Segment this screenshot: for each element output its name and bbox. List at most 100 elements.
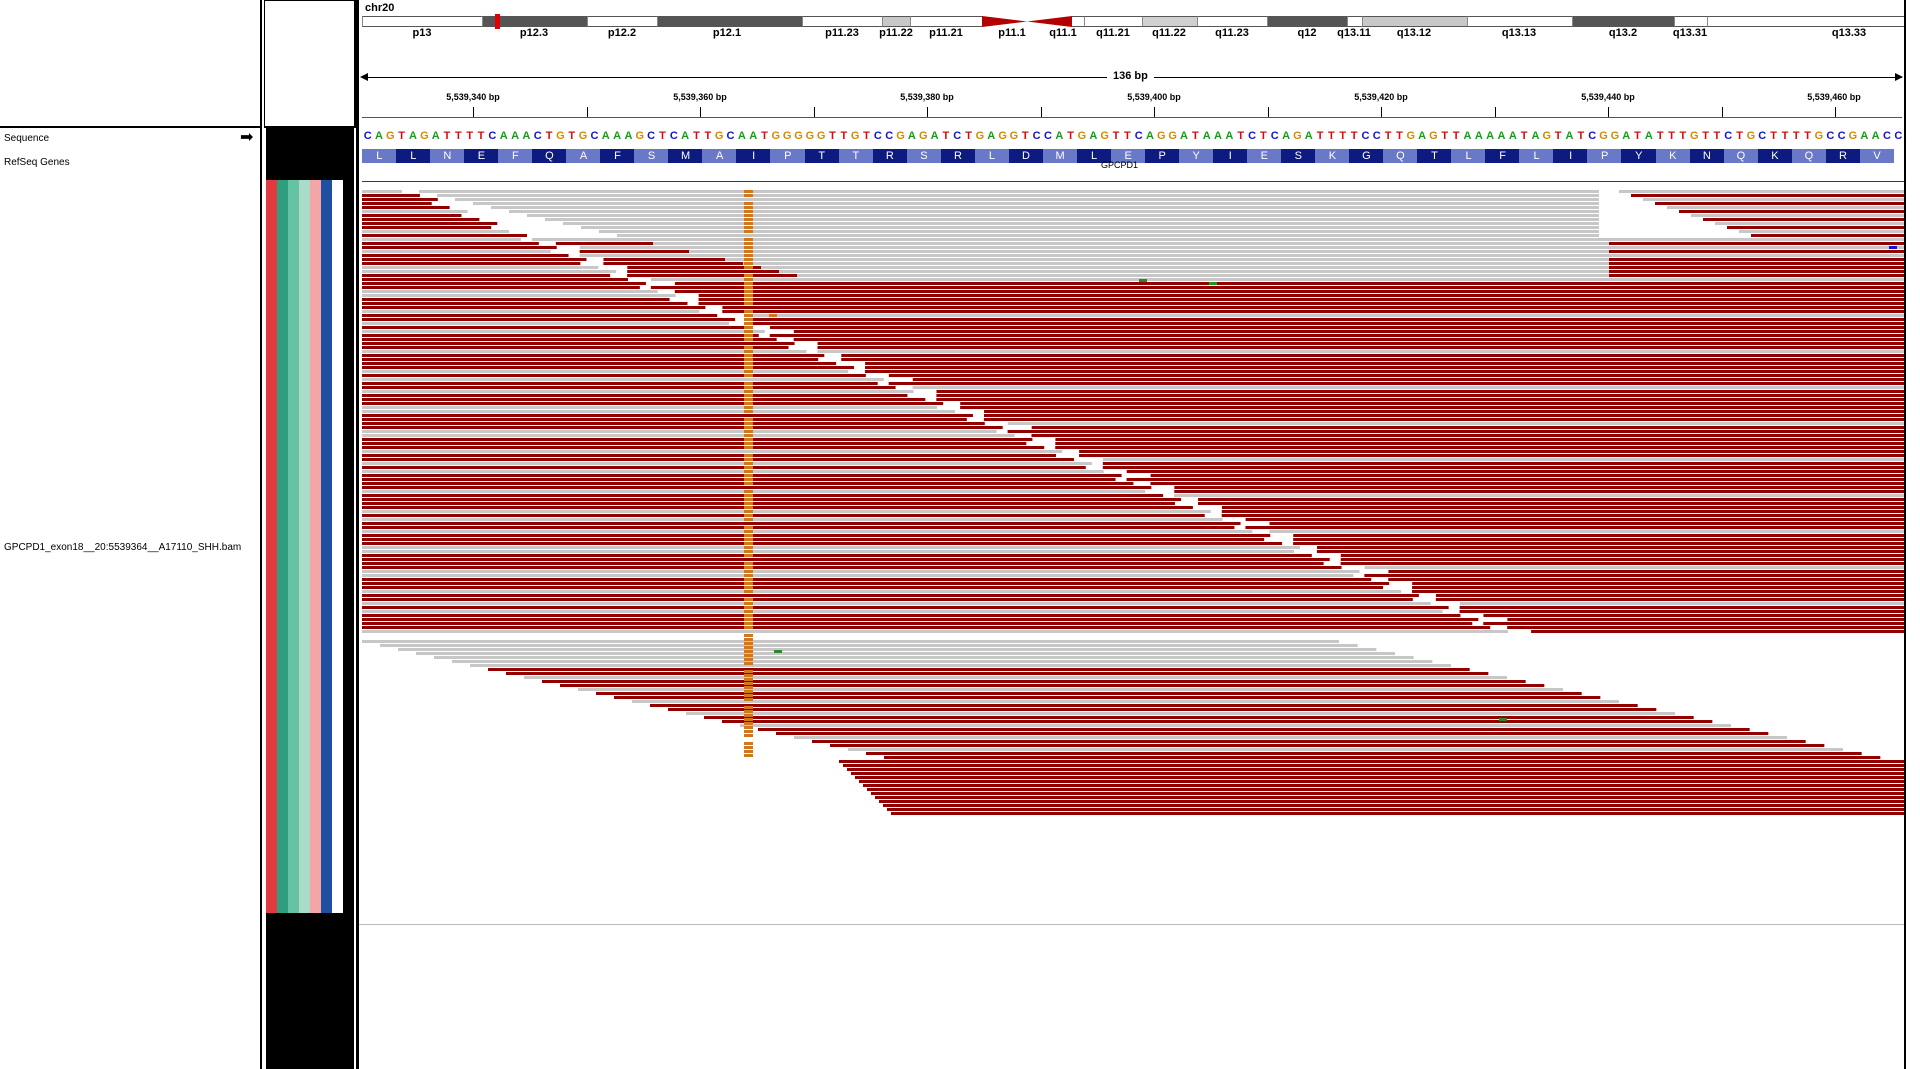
read[interactable]: [362, 594, 1419, 597]
strand-arrow-icon[interactable]: ➡: [240, 130, 253, 146]
read[interactable]: [698, 302, 1904, 305]
read[interactable]: [653, 242, 1609, 245]
ideogram-band[interactable]: [1142, 16, 1197, 27]
read[interactable]: [1221, 514, 1904, 517]
read[interactable]: [1531, 630, 1904, 633]
sequence-track[interactable]: CAGTAGATTTTCAAACTGTGCAAAGCTCATTGCAATGGGG…: [359, 130, 1904, 148]
ideogram-band[interactable]: [1362, 16, 1467, 27]
mismatch-base[interactable]: [744, 506, 753, 509]
mismatch-base[interactable]: [744, 518, 753, 521]
read[interactable]: [362, 286, 640, 289]
read[interactable]: [698, 298, 1904, 301]
mismatch-base[interactable]: [744, 654, 753, 657]
read[interactable]: [1102, 466, 1904, 469]
read[interactable]: [1174, 494, 1904, 497]
read[interactable]: [362, 514, 1205, 517]
ideogram-band[interactable]: [1707, 16, 1904, 27]
read[interactable]: [1102, 462, 1904, 465]
read[interactable]: [362, 302, 688, 305]
mismatch-base[interactable]: [744, 282, 753, 285]
read[interactable]: [362, 450, 1063, 453]
read[interactable]: [563, 222, 1599, 225]
read[interactable]: [1221, 506, 1904, 509]
read[interactable]: [362, 198, 438, 201]
mismatch-base[interactable]: [744, 354, 753, 357]
read[interactable]: [776, 732, 1769, 735]
mismatch-base[interactable]: [744, 290, 753, 293]
mismatch-base[interactable]: [744, 190, 753, 193]
mismatch-base[interactable]: [744, 466, 753, 469]
mismatch-base[interactable]: [744, 754, 753, 757]
mismatch-base[interactable]: [744, 602, 753, 605]
read[interactable]: [362, 640, 1339, 643]
mismatch-base[interactable]: [744, 318, 753, 321]
read[interactable]: [362, 422, 985, 425]
read[interactable]: [362, 542, 1283, 545]
ideogram-band[interactable]: [587, 16, 657, 27]
read[interactable]: [437, 194, 1599, 197]
vertical-scrollbar[interactable]: [1904, 0, 1920, 1069]
read[interactable]: [912, 386, 1904, 389]
read[interactable]: [362, 306, 706, 309]
data-panel[interactable]: chr20 p13 p12.3 p12.2 p12.1 p11.23 p11.22 p11.…: [356, 0, 1904, 1069]
read[interactable]: [722, 306, 1904, 309]
read[interactable]: [362, 234, 528, 237]
mismatch-base[interactable]: [744, 722, 753, 725]
read[interactable]: [722, 310, 1904, 313]
mismatch-base[interactable]: [744, 366, 753, 369]
read[interactable]: [936, 390, 1904, 393]
read[interactable]: [362, 334, 759, 337]
mismatch-base[interactable]: [744, 598, 753, 601]
mismatch-base[interactable]: [744, 482, 753, 485]
read[interactable]: [362, 274, 611, 277]
read[interactable]: [362, 310, 700, 313]
read[interactable]: [1126, 470, 1904, 473]
mismatch-base[interactable]: [744, 698, 753, 701]
read[interactable]: [841, 358, 1904, 361]
read[interactable]: [362, 258, 587, 261]
ideogram-band[interactable]: [1347, 16, 1362, 27]
mismatch-base[interactable]: [744, 570, 753, 573]
read[interactable]: [983, 414, 1904, 417]
read[interactable]: [812, 740, 1806, 743]
read[interactable]: [722, 720, 1713, 723]
mismatch-base[interactable]: [744, 406, 753, 409]
read[interactable]: [740, 724, 1731, 727]
read[interactable]: [560, 684, 1545, 687]
read[interactable]: [362, 554, 1312, 557]
read[interactable]: [362, 262, 581, 265]
read[interactable]: [674, 282, 1904, 285]
read[interactable]: [863, 784, 1904, 787]
read[interactable]: [867, 788, 1904, 791]
read[interactable]: [362, 478, 1116, 481]
read[interactable]: [362, 506, 1193, 509]
mismatch-base[interactable]: [744, 382, 753, 385]
read[interactable]: [888, 382, 1904, 385]
read[interactable]: [362, 374, 866, 377]
read[interactable]: [1703, 218, 1904, 221]
read[interactable]: [362, 630, 1509, 633]
read[interactable]: [689, 250, 1609, 253]
mismatch-base[interactable]: [744, 546, 753, 549]
read[interactable]: [797, 274, 1609, 277]
read[interactable]: [362, 402, 944, 405]
mismatch-base[interactable]: [1499, 718, 1507, 721]
read[interactable]: [686, 712, 1675, 715]
mismatch-base[interactable]: [744, 402, 753, 405]
mismatch-base[interactable]: [744, 498, 753, 501]
read[interactable]: [362, 622, 1473, 625]
mismatch-base[interactable]: [744, 726, 753, 729]
mismatch-base[interactable]: [744, 214, 753, 217]
mismatch-base[interactable]: [744, 586, 753, 589]
read[interactable]: [758, 728, 1750, 731]
read[interactable]: [1411, 590, 1904, 593]
read[interactable]: [614, 696, 1601, 699]
read[interactable]: [1293, 542, 1904, 545]
mismatch-base[interactable]: [744, 302, 753, 305]
read[interactable]: [1655, 202, 1904, 205]
mismatch-base[interactable]: [744, 634, 753, 637]
read[interactable]: [1007, 422, 1904, 425]
mismatch-base[interactable]: [744, 206, 753, 209]
read[interactable]: [362, 522, 1241, 525]
read[interactable]: [1435, 598, 1904, 601]
